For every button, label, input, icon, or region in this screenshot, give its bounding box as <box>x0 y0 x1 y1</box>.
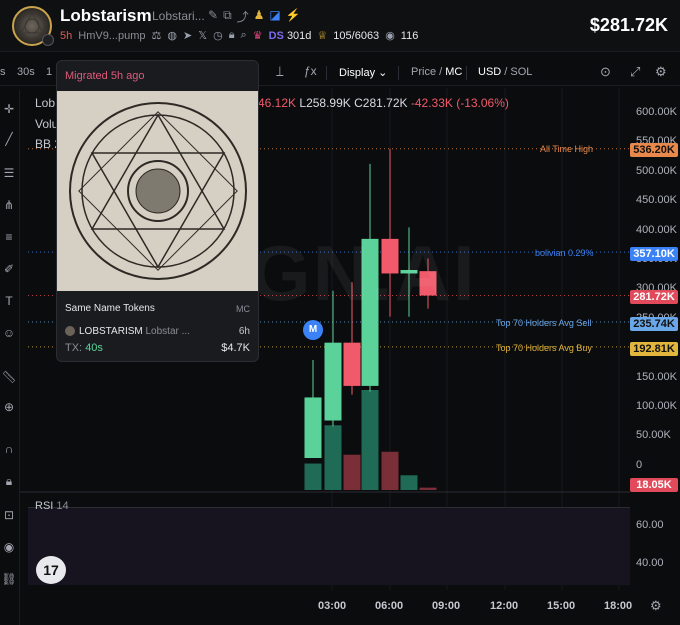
rsi-label: RSI 14 <box>35 500 69 512</box>
tx-label: TX: <box>65 342 83 354</box>
tx-info: TX: 40s <box>65 342 103 354</box>
y-tick: 450.00K <box>636 194 677 207</box>
y-tick: 100.00K <box>636 400 677 412</box>
y-tick: 400.00K <box>636 223 677 236</box>
legend-close: C281.72K <box>354 96 408 110</box>
legend-name: Lob <box>35 96 56 110</box>
time-tick: 12:00 <box>490 600 519 612</box>
y-tick: 500.00K <box>636 164 677 177</box>
volume-bar <box>324 425 342 490</box>
volume-bar <box>419 487 437 490</box>
migration-marker[interactable]: M <box>303 320 323 340</box>
y-tick: 150.00K <box>636 370 677 383</box>
legend-change: -42.33K (-13.06%) <box>410 96 509 110</box>
volume-bar <box>304 463 322 490</box>
legend-high: 46.12K <box>258 96 297 110</box>
time-tick: 18:00 <box>604 600 633 612</box>
candle-body <box>343 342 361 386</box>
volume-bar <box>361 390 379 490</box>
chart-settings-icon[interactable]: ⚙ <box>650 598 662 614</box>
same-name-row[interactable]: LOBSTARISM Lobstar ... <box>65 326 190 337</box>
time-tick: 03:00 <box>318 600 347 612</box>
volume-bar <box>400 475 418 490</box>
time-tick: 06:00 <box>375 600 404 612</box>
rsi-tick-40: 40.00 <box>636 557 664 569</box>
price-tag: 281.72K <box>630 290 678 304</box>
same-name-token: LOBSTARISM <box>79 326 143 337</box>
same-name-sub: Lobstar ... <box>145 326 190 337</box>
token-image <box>57 91 258 291</box>
y-tick: 0 <box>636 458 643 471</box>
candle-body <box>324 342 342 421</box>
legend-low: L258.99K <box>299 96 351 110</box>
avg-buy-label: Top 70 Holders Avg Buy <box>496 343 592 353</box>
watermark: GN.AI <box>250 229 477 317</box>
avg-sell-tag: 235.74K <box>630 317 678 331</box>
bolivian-tag: 357.10K <box>630 247 678 261</box>
volume-bar <box>381 451 399 490</box>
time-tick: 09:00 <box>432 600 461 612</box>
rsi-tick-60: 60.00 <box>636 519 664 531</box>
ath-tag: 536.20K <box>630 143 678 157</box>
same-name-age: 6h <box>238 326 250 337</box>
mc-column-label: MC <box>236 304 250 314</box>
legend-volume: Volu <box>35 117 59 131</box>
popup-title: Migrated 5h ago <box>65 70 145 82</box>
candle-body <box>304 397 322 458</box>
ath-label: All Time High <box>540 144 594 154</box>
time-tick: 15:00 <box>547 600 576 612</box>
token-avatar-small <box>65 326 75 337</box>
volume-bar <box>343 454 361 490</box>
rsi-period: 14 <box>56 500 69 512</box>
legend-ohlc: 46.12K L258.99K C281.72K -42.33K (-13.06… <box>258 96 509 110</box>
y-tick: 600.00K <box>636 106 677 118</box>
y-tick: 50.00K <box>636 429 671 442</box>
tx-value: 40s <box>85 342 103 354</box>
bolivian-label: bolivian 0.29% <box>535 248 594 258</box>
tradingview-logo[interactable]: 17 <box>36 556 66 584</box>
same-name-mc: $4.7K <box>221 342 250 354</box>
token-preview-popup: Migrated 5h ago Same Name Tokens MC LOBS… <box>56 60 259 362</box>
volume-tag: 18.05K <box>630 478 678 492</box>
rsi-panel <box>28 507 630 585</box>
rsi-name: RSI <box>35 500 54 512</box>
avg-buy-tag: 192.81K <box>630 342 678 356</box>
avg-sell-label: Top 70 Holders Avg Sell <box>496 318 592 328</box>
same-name-heading: Same Name Tokens <box>65 303 155 314</box>
